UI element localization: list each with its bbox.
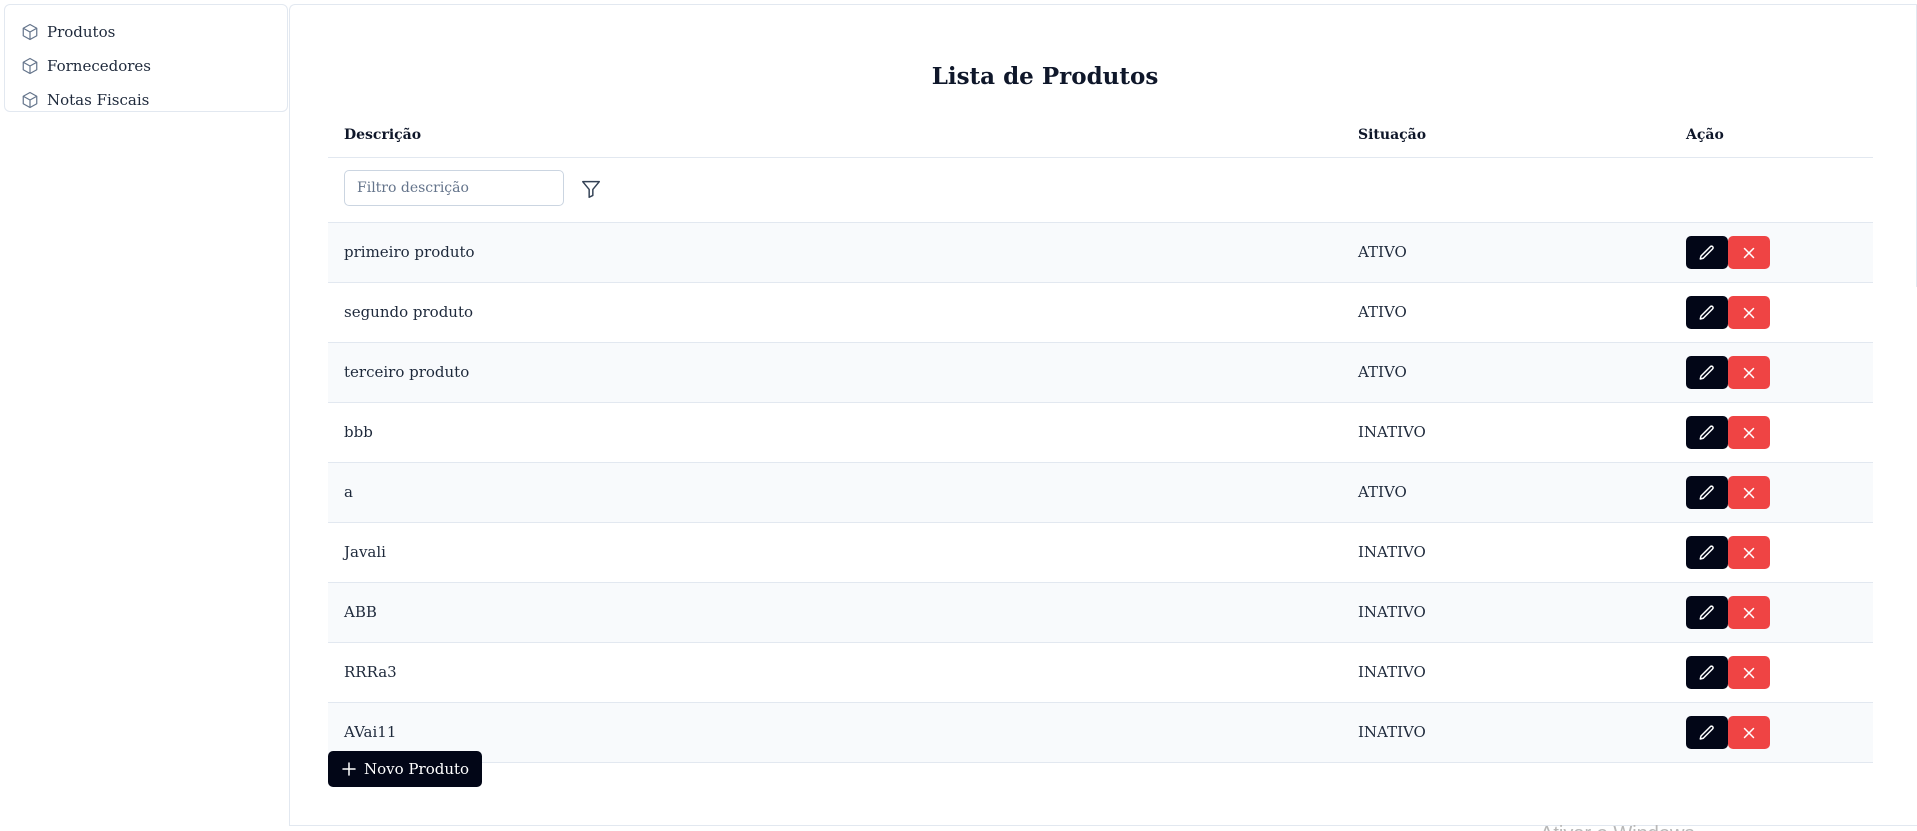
sidebar: Produtos Fornecedores Notas Fiscais <box>4 4 288 112</box>
delete-button[interactable] <box>1728 716 1770 749</box>
row-descricao: terceiro produto <box>344 363 470 381</box>
row-descricao: ABB <box>344 603 377 621</box>
plus-icon <box>342 762 356 776</box>
row-situacao: INATIVO <box>1358 543 1426 561</box>
row-descricao: a <box>344 483 353 501</box>
row-actions <box>1686 296 1770 329</box>
table-row: Javali INATIVO <box>328 523 1873 583</box>
edit-button[interactable] <box>1686 536 1728 569</box>
edit-button[interactable] <box>1686 416 1728 449</box>
table-row: a ATIVO <box>328 463 1873 523</box>
table-row: primeiro produto ATIVO <box>328 223 1873 283</box>
pencil-icon <box>1699 544 1714 560</box>
sidebar-item-label: Produtos <box>47 23 116 41</box>
sidebar-item-label: Notas Fiscais <box>47 91 150 109</box>
page-title: Lista de Produtos <box>931 63 1159 90</box>
edit-button[interactable] <box>1686 356 1728 389</box>
close-icon <box>1743 727 1755 738</box>
delete-button[interactable] <box>1728 236 1770 269</box>
row-actions <box>1686 416 1770 449</box>
pencil-icon <box>1699 304 1714 320</box>
delete-button[interactable] <box>1728 356 1770 389</box>
close-icon <box>1743 487 1755 498</box>
filter-description-input[interactable] <box>344 170 564 206</box>
pencil-icon <box>1699 244 1714 260</box>
row-situacao: INATIVO <box>1358 723 1426 741</box>
row-actions <box>1686 236 1770 269</box>
row-descricao: RRRa3 <box>344 663 397 681</box>
row-descricao: bbb <box>344 423 373 441</box>
delete-button[interactable] <box>1728 656 1770 689</box>
table-row: ABB INATIVO <box>328 583 1873 643</box>
close-icon <box>1743 667 1755 678</box>
box-icon <box>22 57 38 75</box>
edit-button[interactable] <box>1686 716 1728 749</box>
table-row: AVai11 INATIVO <box>328 703 1873 763</box>
table-row: terceiro produto ATIVO <box>328 343 1873 403</box>
close-icon <box>1743 427 1755 438</box>
row-actions <box>1686 536 1770 569</box>
sidebar-item-label: Fornecedores <box>47 57 151 75</box>
row-situacao: INATIVO <box>1358 423 1426 441</box>
box-icon <box>22 91 38 109</box>
row-actions <box>1686 596 1770 629</box>
row-actions <box>1686 476 1770 509</box>
delete-button[interactable] <box>1728 476 1770 509</box>
sidebar-item-notas-fiscais[interactable]: Notas Fiscais <box>5 83 287 117</box>
main-panel: Lista de Produtos Descrição Situação Açã… <box>289 4 1917 826</box>
products-table: Descrição Situação Ação primeiro produto… <box>328 113 1873 763</box>
edit-button[interactable] <box>1686 476 1728 509</box>
table-row: segundo produto ATIVO <box>328 283 1873 343</box>
new-product-button[interactable]: Novo Produto <box>328 751 483 787</box>
column-header-descricao: Descrição <box>344 127 422 143</box>
sidebar-item-fornecedores[interactable]: Fornecedores <box>5 49 287 83</box>
row-actions <box>1686 656 1770 689</box>
delete-button[interactable] <box>1728 536 1770 569</box>
close-icon <box>1743 307 1755 318</box>
edit-button[interactable] <box>1686 236 1728 269</box>
delete-button[interactable] <box>1728 416 1770 449</box>
row-situacao: ATIVO <box>1358 483 1407 501</box>
pencil-icon <box>1699 424 1714 440</box>
table-header: Descrição Situação Ação <box>328 113 1873 158</box>
table-row: RRRa3 INATIVO <box>328 643 1873 703</box>
filter-row <box>328 158 1873 223</box>
edit-button[interactable] <box>1686 596 1728 629</box>
box-icon <box>22 23 38 41</box>
delete-button[interactable] <box>1728 296 1770 329</box>
pencil-icon <box>1699 724 1714 740</box>
edit-button[interactable] <box>1686 656 1728 689</box>
row-descricao: Javali <box>344 543 386 561</box>
pencil-icon <box>1699 604 1714 620</box>
pencil-icon <box>1699 664 1714 680</box>
windows-activation-watermark: Ativar o Windows <box>1540 824 1695 831</box>
row-descricao: segundo produto <box>344 303 474 321</box>
column-header-situacao: Situação <box>1358 127 1427 143</box>
close-icon <box>1743 607 1755 618</box>
close-icon <box>1743 547 1755 558</box>
new-product-label: Novo Produto <box>364 760 470 778</box>
row-situacao: ATIVO <box>1358 303 1407 321</box>
row-situacao: ATIVO <box>1358 243 1407 261</box>
close-icon <box>1743 247 1755 258</box>
table-body: primeiro produto ATIVO segundo produto ATIV… <box>328 223 1873 763</box>
row-situacao: ATIVO <box>1358 363 1407 381</box>
pencil-icon <box>1699 484 1714 500</box>
row-actions <box>1686 716 1770 749</box>
row-situacao: INATIVO <box>1358 663 1426 681</box>
pencil-icon <box>1699 364 1714 380</box>
column-header-acao: Ação <box>1686 127 1724 143</box>
table-row: bbb INATIVO <box>328 403 1873 463</box>
close-icon <box>1743 367 1755 378</box>
filter-icon[interactable] <box>580 178 602 200</box>
row-situacao: INATIVO <box>1358 603 1426 621</box>
row-actions <box>1686 356 1770 389</box>
sidebar-item-produtos[interactable]: Produtos <box>5 15 287 49</box>
delete-button[interactable] <box>1728 596 1770 629</box>
edit-button[interactable] <box>1686 296 1728 329</box>
row-descricao: primeiro produto <box>344 243 475 261</box>
